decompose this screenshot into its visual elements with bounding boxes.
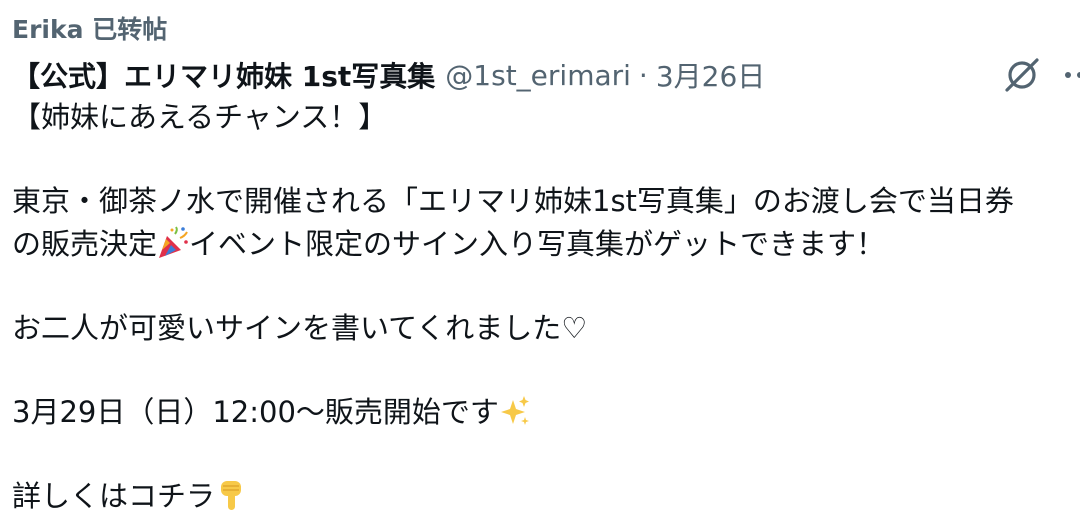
- author-display-name[interactable]: 【公式】エリマリ姉妹 1st写真集: [12, 55, 435, 95]
- grok-icon[interactable]: [1000, 54, 1044, 96]
- tweet-line-3b: イベント限定のサイン入り写真集がゲットできます！: [189, 227, 886, 261]
- retweet-action-label: 已转帖: [92, 15, 168, 44]
- tweet-line-2: 東京・御茶ノ水で開催される「エリマリ姉妹1st写真集」のお渡し会で当日券: [12, 184, 1014, 218]
- header-separator: ·: [638, 58, 648, 92]
- more-dots-icon[interactable]: [1058, 54, 1080, 96]
- tweet-line-5-text: 3月29日（日）12:00〜販売開始です: [12, 395, 499, 429]
- backhand-index-pointing-down-icon: [215, 478, 247, 512]
- tweet-line-5: 3月29日（日）12:00〜販売開始です: [12, 391, 1080, 434]
- tweet-date[interactable]: 3月26日: [656, 55, 765, 95]
- party-popper-icon: [157, 226, 189, 260]
- retweet-user-name[interactable]: Erika: [12, 15, 83, 44]
- tweet-line-3a: の販売決定: [12, 227, 158, 261]
- tweet-text: 【姉妹にあえるチャンス！】 東京・御茶ノ水で開催される「エリマリ姉妹1st写真集…: [12, 96, 1080, 518]
- tweet-header: 【公式】エリマリ姉妹 1st写真集 @1st_erimari · 3月26日: [12, 54, 765, 96]
- tweet-line-1: 【姉妹にあえるチャンス！】: [12, 100, 388, 134]
- sparkles-icon: [499, 394, 531, 428]
- author-handle[interactable]: @1st_erimari: [445, 59, 631, 92]
- tweet-line-6: 詳しくはコチラ: [12, 475, 1080, 518]
- retweet-indicator[interactable]: Erika 已转帖: [12, 10, 167, 46]
- tweet-line-6-text: 詳しくはコチラ: [12, 479, 216, 513]
- tweet-line-3: の販売決定 イベント限定のサイン入り写真集がゲットできます！: [12, 223, 1080, 266]
- tweet-line-4: お二人が可愛いサインを書いてくれました♡: [12, 311, 588, 345]
